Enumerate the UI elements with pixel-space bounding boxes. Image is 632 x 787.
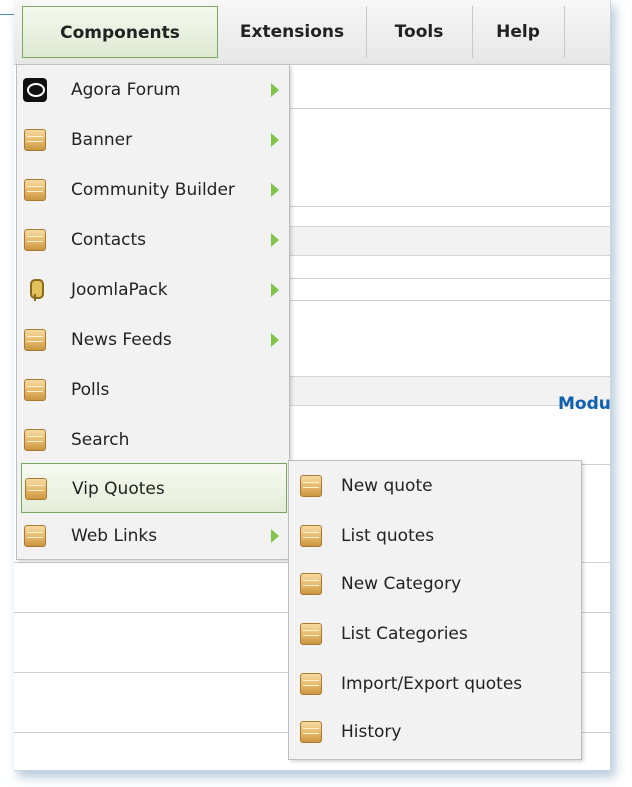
menu-help[interactable]: Help bbox=[472, 6, 565, 58]
bg-divider bbox=[286, 278, 610, 279]
menu-item-label: Search bbox=[71, 430, 130, 450]
folder-icon bbox=[299, 622, 323, 646]
submenu-item-label: New quote bbox=[341, 476, 433, 496]
menu-item-label: Polls bbox=[71, 380, 110, 400]
menu-item-community-builder[interactable]: Community Builder bbox=[17, 165, 289, 215]
corner-mark bbox=[0, 14, 14, 15]
submenu-item-label: List quotes bbox=[341, 526, 435, 546]
bg-divider bbox=[286, 300, 610, 301]
submenu-item-label: History bbox=[341, 722, 402, 742]
menu-item-label: Agora Forum bbox=[71, 80, 181, 100]
submenu-arrow-icon bbox=[271, 233, 279, 247]
menu-item-contacts[interactable]: Contacts bbox=[17, 215, 289, 265]
folder-icon bbox=[299, 672, 323, 696]
menu-item-label: News Feeds bbox=[71, 330, 172, 350]
menu-extensions[interactable]: Extensions bbox=[218, 6, 367, 58]
folder-icon bbox=[23, 128, 47, 152]
agora-icon bbox=[23, 78, 47, 102]
vip-quotes-submenu: New quote List quotes New Category List … bbox=[288, 460, 582, 760]
submenu-arrow-icon bbox=[271, 83, 279, 97]
submenu-item-history[interactable]: History bbox=[289, 707, 581, 757]
submenu-item-import-export-quotes[interactable]: Import/Export quotes bbox=[289, 659, 581, 709]
menu-item-label: Community Builder bbox=[71, 180, 235, 200]
folder-icon bbox=[299, 524, 323, 548]
submenu-item-label: List Categories bbox=[341, 624, 468, 644]
submenu-item-label: New Category bbox=[341, 574, 462, 594]
submenu-arrow-icon bbox=[271, 529, 279, 543]
menu-components[interactable]: Components bbox=[22, 6, 218, 58]
submenu-item-list-categories[interactable]: List Categories bbox=[289, 609, 581, 659]
menu-item-joomlapack[interactable]: JoomlaPack bbox=[17, 265, 289, 315]
folder-icon bbox=[299, 474, 323, 498]
admin-window: Modul Components Extensions Tools Help A… bbox=[14, 0, 611, 771]
menu-item-vip-quotes[interactable]: Vip Quotes bbox=[21, 463, 287, 513]
folder-icon bbox=[23, 524, 47, 548]
submenu-item-list-quotes[interactable]: List quotes bbox=[289, 511, 581, 561]
menu-item-label: Contacts bbox=[71, 230, 146, 250]
menu-tools[interactable]: Tools bbox=[366, 6, 473, 58]
menu-item-search[interactable]: Search bbox=[17, 415, 289, 465]
folder-icon bbox=[23, 428, 47, 452]
submenu-arrow-icon bbox=[271, 183, 279, 197]
menu-item-web-links[interactable]: Web Links bbox=[17, 511, 289, 561]
menu-item-label: JoomlaPack bbox=[71, 280, 168, 300]
menu-item-label: Vip Quotes bbox=[72, 479, 165, 499]
menu-item-news-feeds[interactable]: News Feeds bbox=[17, 315, 289, 365]
submenu-arrow-icon bbox=[271, 283, 279, 297]
modules-link[interactable]: Modul bbox=[558, 394, 610, 414]
folder-icon bbox=[299, 720, 323, 744]
folder-icon bbox=[23, 378, 47, 402]
components-dropdown: Agora Forum Banner Community Builder Con… bbox=[16, 64, 290, 560]
menu-item-label: Banner bbox=[71, 130, 133, 150]
folder-icon bbox=[23, 328, 47, 352]
menu-item-banner[interactable]: Banner bbox=[17, 115, 289, 165]
folder-icon bbox=[23, 228, 47, 252]
menu-item-polls[interactable]: Polls bbox=[17, 365, 289, 415]
menu-item-label: Web Links bbox=[71, 526, 158, 546]
submenu-arrow-icon bbox=[271, 133, 279, 147]
menu-item-agora-forum[interactable]: Agora Forum bbox=[17, 65, 289, 115]
submenu-item-label: Import/Export quotes bbox=[341, 674, 523, 694]
submenu-item-new-category[interactable]: New Category bbox=[289, 559, 581, 609]
submenu-item-new-quote[interactable]: New quote bbox=[289, 461, 581, 511]
folder-icon bbox=[24, 477, 48, 501]
bg-divider bbox=[286, 206, 610, 207]
folder-icon bbox=[299, 572, 323, 596]
joomlapack-icon bbox=[23, 278, 47, 302]
folder-icon bbox=[23, 178, 47, 202]
top-menubar: Components Extensions Tools Help bbox=[14, 0, 610, 65]
bg-divider bbox=[286, 108, 610, 109]
bg-band bbox=[286, 226, 610, 256]
submenu-arrow-icon bbox=[271, 333, 279, 347]
